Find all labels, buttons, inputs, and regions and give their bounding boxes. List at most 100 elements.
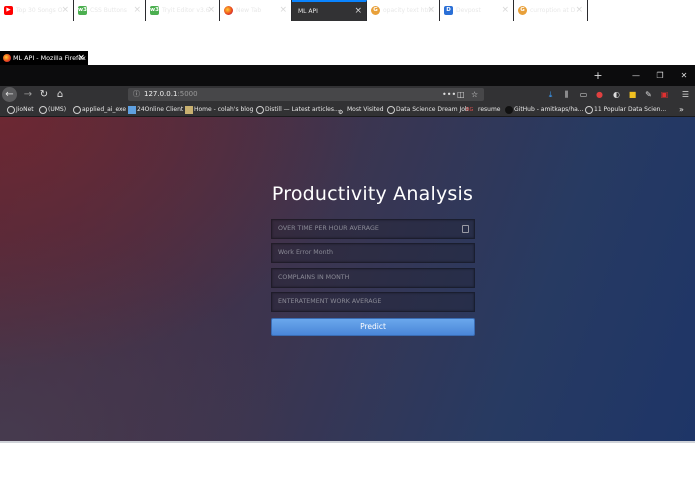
tab-new-tab[interactable]: New Tab × bbox=[220, 0, 292, 21]
extension-pen-icon[interactable]: ✎ bbox=[643, 88, 654, 101]
tab-tryit-editor[interactable]: w3 Tryit Editor v3.6 × bbox=[146, 0, 220, 21]
bookmark-resume[interactable]: RG resume bbox=[466, 103, 501, 117]
tab-close-icon[interactable]: × bbox=[501, 0, 509, 21]
gear-icon: ⚙ bbox=[338, 109, 344, 116]
globe-icon bbox=[256, 106, 264, 114]
bookmark-24online[interactable]: 24Online Client bbox=[128, 103, 183, 117]
overtime-placeholder: OVER TIME PER HOUR AVERAGE bbox=[278, 225, 379, 232]
bookmark-label: applied_ai_exe bbox=[82, 106, 127, 113]
w3schools-icon: w3 bbox=[78, 6, 87, 15]
tab-top-songs[interactable]: ▶ Top 30 Songs O × bbox=[0, 0, 74, 21]
overtime-input[interactable]: OVER TIME PER HOUR AVERAGE bbox=[271, 219, 475, 239]
tab-close-icon[interactable]: × bbox=[133, 0, 141, 21]
pocket-icon[interactable]: ◫ bbox=[457, 88, 465, 101]
bookmark-ums[interactable]: (UMS) bbox=[39, 103, 66, 117]
tab-label: Tryit Editor v3.6 bbox=[162, 7, 210, 14]
info-icon[interactable]: ⓘ bbox=[133, 88, 140, 101]
google-icon: G bbox=[518, 6, 527, 15]
bookmark-label: resume bbox=[478, 106, 501, 113]
url-host: 127.0.0.1 bbox=[144, 90, 178, 98]
minimize-button[interactable]: — bbox=[626, 65, 646, 86]
reload-button[interactable]: ↻ bbox=[36, 86, 52, 103]
image-icon bbox=[185, 106, 193, 114]
entertainment-input[interactable]: ENTERATEMENT WORK AVERAGE bbox=[271, 292, 475, 312]
bookmark-most-visited[interactable]: ⚙ Most Visited bbox=[338, 103, 384, 117]
url-port: :5000 bbox=[177, 90, 198, 98]
firefox-icon bbox=[224, 6, 233, 15]
tab-opacity-text[interactable]: G opacity text htm × bbox=[367, 0, 440, 21]
tab-close-icon[interactable]: × bbox=[61, 0, 69, 21]
tab-close-icon[interactable]: × bbox=[427, 0, 435, 21]
browser-window: ML API - Mozilla Firefox × ▶ Top 30 Song… bbox=[0, 0, 695, 494]
status-divider bbox=[0, 441, 695, 443]
window-title: ML API - Mozilla Firefox bbox=[13, 54, 86, 62]
library-icon[interactable]: ⫼ bbox=[561, 88, 572, 101]
autofill-icon[interactable] bbox=[462, 225, 469, 233]
tab-close-icon[interactable]: × bbox=[207, 0, 215, 21]
tab-curroption[interactable]: G curroption at D × bbox=[514, 0, 588, 21]
extension-yellow-icon[interactable]: ■ bbox=[627, 88, 638, 101]
bookmark-star-icon[interactable]: ☆ bbox=[471, 88, 478, 101]
work-error-input[interactable]: Work Error Month bbox=[271, 243, 475, 263]
youtube-icon: ▶ bbox=[4, 6, 13, 15]
forward-button[interactable]: → bbox=[20, 86, 36, 103]
tab-close-icon[interactable]: × bbox=[354, 2, 362, 21]
tab-label: New Tab bbox=[236, 7, 262, 14]
tab-label: opacity text htm bbox=[383, 7, 433, 14]
url-text[interactable]: 127.0.0.1:5000 bbox=[144, 88, 198, 101]
google-icon: G bbox=[371, 6, 380, 15]
window-title-tab[interactable]: ML API - Mozilla Firefox × bbox=[0, 51, 88, 65]
tab-label: Devpost bbox=[456, 7, 481, 14]
predict-button[interactable]: Predict bbox=[271, 318, 475, 336]
rg-icon: RG bbox=[466, 107, 474, 113]
page-title: Productivity Analysis bbox=[271, 183, 474, 205]
bookmark-label: 24Online Client bbox=[137, 106, 184, 113]
extension-ghost-icon[interactable]: ◐ bbox=[611, 88, 622, 101]
cloud-icon bbox=[128, 106, 136, 114]
tab-bar bbox=[0, 65, 695, 86]
github-icon bbox=[505, 106, 513, 114]
firefox-icon bbox=[3, 54, 11, 62]
tab-close-icon[interactable]: × bbox=[279, 0, 287, 21]
bookmark-label: Home - colah's blog bbox=[194, 106, 254, 113]
globe-icon bbox=[7, 106, 15, 114]
extension-ublock-icon[interactable]: ▣ bbox=[659, 88, 670, 101]
bookmark-jionet[interactable]: JioNet bbox=[7, 103, 34, 117]
back-button[interactable]: ← bbox=[2, 87, 17, 102]
devpost-icon: D bbox=[444, 6, 453, 15]
tab-label: ML API bbox=[298, 8, 318, 15]
close-window-button[interactable]: ✕ bbox=[674, 65, 694, 86]
bookmark-label: 11 Popular Data Scien... bbox=[594, 106, 667, 113]
tab-css-buttons[interactable]: w3 CSS Buttons × bbox=[74, 0, 146, 21]
tab-label: CSS Buttons bbox=[90, 7, 127, 14]
bookmarks-overflow-icon[interactable]: » bbox=[679, 103, 684, 117]
menu-icon[interactable]: ☰ bbox=[680, 88, 691, 101]
new-tab-button[interactable]: + bbox=[592, 65, 604, 86]
tab-label: Top 30 Songs O bbox=[16, 7, 63, 14]
bookmark-distill[interactable]: Distill — Latest articles... bbox=[256, 103, 340, 117]
w3schools-icon: w3 bbox=[150, 6, 159, 15]
page-actions-icon[interactable]: ••• bbox=[442, 88, 456, 101]
home-button[interactable]: ⌂ bbox=[52, 86, 68, 103]
extension-red-icon[interactable]: ● bbox=[594, 88, 605, 101]
globe-icon bbox=[585, 106, 593, 114]
close-icon[interactable]: × bbox=[77, 51, 85, 65]
sidebar-icon[interactable]: ▭ bbox=[578, 88, 589, 101]
globe-icon bbox=[39, 106, 47, 114]
bookmark-data-science[interactable]: Data Science Dream Job bbox=[387, 103, 469, 117]
bookmark-github[interactable]: GitHub - amitkaps/ha... bbox=[505, 103, 584, 117]
tab-devpost[interactable]: D Devpost × bbox=[440, 0, 514, 21]
globe-icon bbox=[387, 106, 395, 114]
work-error-placeholder: Work Error Month bbox=[278, 249, 334, 256]
bookmark-popular-data[interactable]: 11 Popular Data Scien... bbox=[585, 103, 666, 117]
restore-button[interactable]: ❐ bbox=[650, 65, 670, 86]
tab-close-icon[interactable]: × bbox=[575, 0, 583, 21]
bookmark-applied-ai[interactable]: applied_ai_exe bbox=[73, 103, 126, 117]
bookmark-label: (UMS) bbox=[48, 106, 67, 113]
complains-input[interactable]: COMPLAINS IN MONTH bbox=[271, 268, 475, 288]
bookmark-colah-blog[interactable]: Home - colah's blog bbox=[185, 103, 253, 117]
bookmark-label: JioNet bbox=[16, 106, 34, 113]
download-icon[interactable]: ⤓ bbox=[545, 88, 556, 101]
tab-ml-api[interactable]: ML API × bbox=[292, 0, 367, 21]
complains-placeholder: COMPLAINS IN MONTH bbox=[278, 274, 350, 281]
